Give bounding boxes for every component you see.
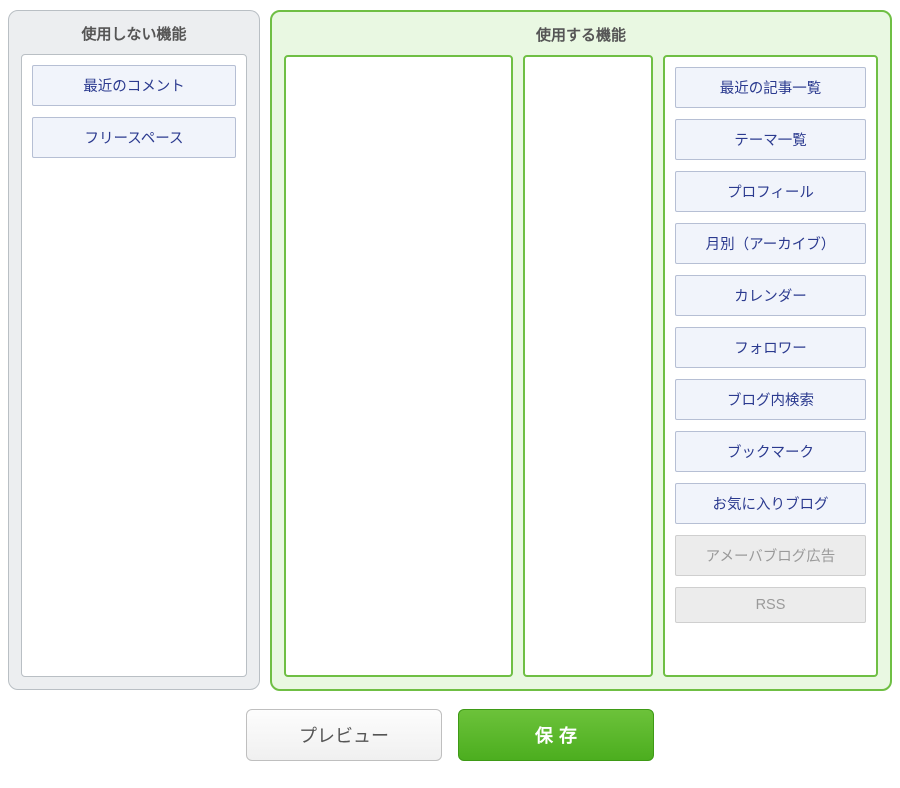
widget-item: アメーバブログ広告 [675,535,866,576]
widget-item[interactable]: フリースペース [32,117,236,158]
used-column-b[interactable] [523,55,653,677]
panel-unused-title: 使用しない機能 [9,11,259,54]
widget-item[interactable]: フォロワー [675,327,866,368]
save-button[interactable]: 保存 [458,709,654,761]
widget-item[interactable]: ブックマーク [675,431,866,472]
widget-item[interactable]: 最近のコメント [32,65,236,106]
used-column-c[interactable]: 最近の記事一覧テーマ一覧プロフィール月別（アーカイブ） カレンダーフォロワーブログ… [663,55,878,677]
widget-item[interactable]: 月別（アーカイブ） [675,223,866,264]
widget-item[interactable]: お気に入りブログ [675,483,866,524]
preview-button[interactable]: プレビュー [246,709,442,761]
panel-unused: 使用しない機能 最近のコメントフリースペース [8,10,260,690]
panel-used-title: 使用する機能 [272,12,890,55]
widget-item[interactable]: ブログ内検索 [675,379,866,420]
widget-item: RSS [675,587,866,623]
widget-item[interactable]: カレンダー [675,275,866,316]
widget-item[interactable]: テーマ一覧 [675,119,866,160]
used-column-a[interactable] [284,55,513,677]
unused-dropzone[interactable]: 最近のコメントフリースペース [21,54,247,677]
panel-used: 使用する機能 最近の記事一覧テーマ一覧プロフィール月別（アーカイブ） カレンダーフ… [270,10,892,691]
widget-item[interactable]: プロフィール [675,171,866,212]
widget-item[interactable]: 最近の記事一覧 [675,67,866,108]
